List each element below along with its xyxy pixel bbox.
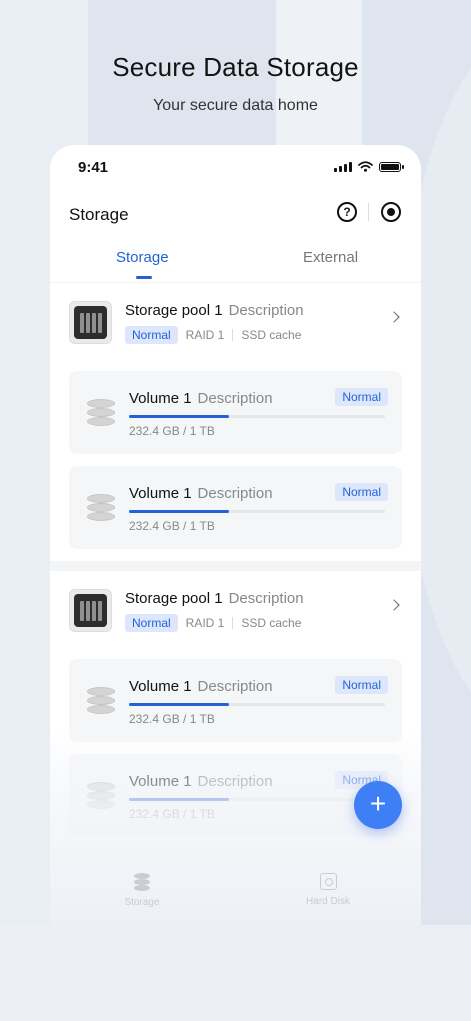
header-divider [368,203,369,221]
volume-title: Volume 1 Description [129,485,273,502]
wifi-icon [358,161,373,172]
raid-label: RAID 1 [185,616,225,630]
pool-name: Storage pool 1 [125,302,223,319]
status-badge: Normal [125,326,178,344]
status-badge: Normal [335,483,388,501]
tab-storage[interactable]: Storage [116,249,169,266]
volume-description: Description [197,678,273,695]
volume-title: Volume 1 Description [129,390,273,407]
status-badge: Normal [335,676,388,694]
usage-text: 232.4 GB / 1 TB [129,712,215,726]
pool-title: Storage pool 1 Description [125,590,304,607]
status-icons [334,161,404,172]
volume-description: Description [197,485,273,502]
pool-name: Storage pool 1 [125,590,223,607]
volume-title: Volume 1 Description [129,773,273,790]
pool-title: Storage pool 1 Description [125,302,304,319]
volume-description: Description [197,773,273,790]
nav-label-storage: Storage [124,897,160,908]
usage-bar [129,510,385,513]
usage-text: 232.4 GB / 1 TB [129,807,215,821]
help-icon[interactable]: ? [337,202,357,222]
volume-card[interactable]: Volume 1 Description Normal 232.4 GB / 1 … [69,659,402,742]
disk-icon [87,687,115,715]
pool-tags: Normal RAID 1 SSD cache [125,326,301,344]
nas-icon [69,301,112,344]
status-bar: 9:41 [50,145,421,191]
tab-external[interactable]: External [303,249,358,266]
volume-title: Volume 1 Description [129,678,273,695]
signal-icon [334,161,352,172]
cache-label: SSD cache [241,616,302,630]
volume-card[interactable]: Volume 1 Description Normal 232.4 GB / 1 … [69,371,402,454]
pool-tags: Normal RAID 1 SSD cache [125,614,301,632]
hero-subtitle: Your secure data home [153,97,318,114]
status-time: 9:41 [78,159,109,176]
bottom-nav: Storage Hard Disk [50,867,421,925]
nav-item-hard-disk[interactable]: Hard Disk [288,873,368,907]
phone-screen: 9:41 Storage ? Storage External Storage … [50,145,421,925]
add-button[interactable]: + [354,781,402,829]
database-icon [133,873,151,891]
usage-text: 232.4 GB / 1 TB [129,519,215,533]
volume-name: Volume 1 [129,773,192,790]
app-header: Storage ? [50,195,421,235]
storage-pool-header[interactable]: Storage pool 1 Description Normal RAID 1 … [69,571,402,647]
volume-card[interactable]: Volume 1 Description Normal 232.4 GB / 1 … [69,754,402,837]
pool-description: Description [228,302,304,319]
section-divider [50,561,421,571]
usage-bar [129,415,385,418]
disk-icon [87,494,115,522]
hero: Secure Data Storage Your secure data hom… [0,52,471,115]
volume-name: Volume 1 [129,390,192,407]
pool-description: Description [228,590,304,607]
hero-title: Secure Data Storage [112,52,359,82]
usage-bar [129,798,385,801]
raid-label: RAID 1 [185,328,225,342]
storage-pool-card: Storage pool 1 Description Normal RAID 1 … [50,283,421,561]
plus-icon: + [369,788,387,819]
status-badge: Normal [335,388,388,406]
storage-pool-header[interactable]: Storage pool 1 Description Normal RAID 1 … [69,283,402,359]
record-icon[interactable] [381,202,401,222]
nav-item-storage[interactable]: Storage [102,873,182,908]
volume-name: Volume 1 [129,485,192,502]
status-badge: Normal [125,614,178,632]
volume-card[interactable]: Volume 1 Description Normal 232.4 GB / 1 … [69,466,402,549]
disk-icon [87,399,115,427]
page-title: Storage [69,205,129,224]
battery-icon [379,161,404,172]
nav-label-hard-disk: Hard Disk [306,896,350,907]
disk-icon [87,782,115,810]
nas-icon [69,589,112,632]
volume-name: Volume 1 [129,678,192,695]
tab-bar: Storage External [50,235,421,283]
chevron-right-icon[interactable] [388,599,400,611]
cache-label: SSD cache [241,328,302,342]
hard-disk-icon [319,873,337,890]
usage-bar [129,703,385,706]
chevron-right-icon[interactable] [388,311,400,323]
volume-description: Description [197,390,273,407]
tab-indicator [136,276,152,279]
usage-text: 232.4 GB / 1 TB [129,424,215,438]
